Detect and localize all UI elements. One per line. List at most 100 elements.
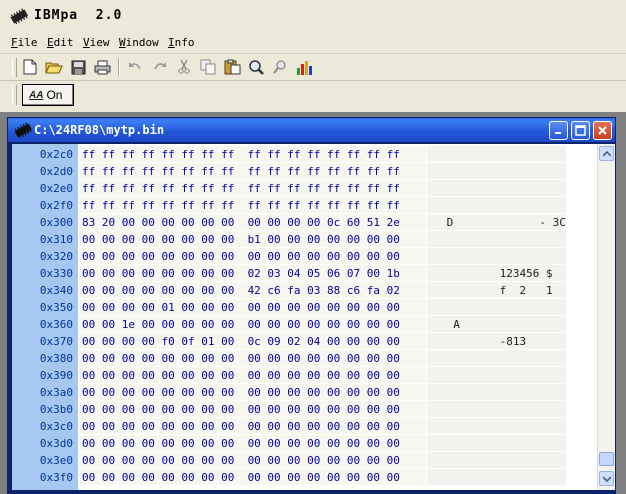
chip-icon (10, 8, 28, 24)
ascii-cell-background (427, 180, 566, 196)
secondary-toolbar (0, 81, 626, 109)
document-title-bar[interactable]: C:\24RF08\mytp.bin (8, 118, 615, 142)
copy-button[interactable] (198, 57, 218, 77)
paste-button[interactable] (222, 57, 242, 77)
minimize-button[interactable] (549, 121, 568, 140)
menu-file[interactable]: File (11, 36, 38, 49)
hex-row[interactable]: 0x3c0 00 00 00 00 00 00 00 00 00 00 00 00… (12, 418, 597, 435)
row-hex-bytes[interactable]: 00 00 00 00 00 00 00 00 00 00 00 00 00 0… (82, 420, 400, 433)
row-hex-bytes[interactable]: ff ff ff ff ff ff ff ff ff ff ff ff ff f… (82, 148, 400, 161)
hex-row[interactable]: 0x380 00 00 00 00 00 00 00 00 00 00 00 00… (12, 350, 597, 367)
menu-window[interactable]: Window (119, 36, 159, 49)
hex-row[interactable]: 0x3f0 00 00 00 00 00 00 00 00 00 00 00 00… (12, 469, 597, 486)
row-hex-bytes[interactable]: 00 00 00 00 00 00 00 00 00 00 00 00 00 0… (82, 454, 400, 467)
scroll-down-button[interactable] (599, 471, 614, 486)
row-hex-bytes[interactable]: 00 00 00 00 01 00 00 00 00 00 00 00 00 0… (82, 301, 400, 314)
on-toggle-button[interactable]: AA On (22, 84, 74, 106)
hex-row[interactable]: 0x390 00 00 00 00 00 00 00 00 00 00 00 00… (12, 367, 597, 384)
row-address: 0x3e0 (39, 454, 73, 467)
row-hex-bytes[interactable]: 00 00 00 00 00 00 00 00 42 c6 fa 03 88 c… (82, 284, 400, 297)
secondary-toolbar-grip[interactable] (12, 85, 17, 105)
row-hex-bytes[interactable]: 00 00 00 00 00 00 00 00 02 03 04 05 06 0… (82, 267, 400, 280)
print-button[interactable] (92, 57, 112, 77)
hex-row[interactable]: 0x300 83 20 00 00 00 00 00 00 00 00 00 00… (12, 214, 597, 231)
ascii-cell-background (427, 146, 566, 162)
row-address: 0x360 (39, 318, 73, 331)
row-address: 0x3f0 (39, 471, 73, 484)
hex-row[interactable]: 0x360 00 00 1e 00 00 00 00 00 00 00 00 00… (12, 316, 597, 333)
close-button[interactable] (593, 121, 612, 140)
ascii-cell-background (427, 435, 566, 451)
row-hex-bytes[interactable]: 00 00 00 00 00 00 00 00 00 00 00 00 00 0… (82, 471, 400, 484)
hex-editor[interactable]: 0x2c0 ff ff ff ff ff ff ff ff ff ff ff ff… (12, 144, 597, 490)
row-address: 0x3c0 (39, 420, 73, 433)
signal-bars-button[interactable] (294, 57, 314, 77)
find-next-icon (272, 59, 286, 74)
hex-row[interactable]: 0x2e0 ff ff ff ff ff ff ff ff ff ff ff ff… (12, 180, 597, 197)
scissors-icon (178, 59, 190, 74)
row-ascii[interactable]: -813 (440, 335, 527, 348)
hex-row[interactable]: 0x3e0 00 00 00 00 00 00 00 00 00 00 00 00… (12, 452, 597, 469)
hex-row[interactable]: 0x3a0 00 00 00 00 00 00 00 00 00 00 00 00… (12, 384, 597, 401)
row-hex-bytes[interactable]: ff ff ff ff ff ff ff ff ff ff ff ff ff f… (82, 165, 400, 178)
undo-button[interactable] (125, 57, 145, 77)
row-hex-bytes[interactable]: 00 00 00 00 00 00 00 00 00 00 00 00 00 0… (82, 352, 400, 365)
ascii-cell-background (427, 231, 566, 247)
row-hex-bytes[interactable]: 00 00 00 00 00 00 00 00 b1 00 00 00 00 0… (82, 233, 400, 246)
row-hex-bytes[interactable]: 00 00 00 00 f0 0f 01 00 0c 09 02 04 00 0… (82, 335, 400, 348)
hex-row[interactable]: 0x3b0 00 00 00 00 00 00 00 00 00 00 00 00… (12, 401, 597, 418)
menu-edit[interactable]: Edit (47, 36, 74, 49)
hex-row[interactable]: 0x2d0 ff ff ff ff ff ff ff ff ff ff ff ff… (12, 163, 597, 180)
menu-view[interactable]: View (83, 36, 110, 49)
toolbar-grip[interactable] (12, 58, 17, 77)
ascii-cell-background (427, 401, 566, 417)
on-toggle-label: On (46, 88, 63, 102)
magnifier-icon (248, 59, 264, 75)
hex-row[interactable]: 0x330 00 00 00 00 00 00 00 00 02 03 04 05… (12, 265, 597, 282)
save-button[interactable] (68, 57, 88, 77)
hex-row[interactable]: 0x370 00 00 00 00 f0 0f 01 00 0c 09 02 04… (12, 333, 597, 350)
chevron-down-icon (602, 475, 611, 482)
row-address: 0x340 (39, 284, 73, 297)
scroll-up-button[interactable] (599, 146, 614, 161)
hex-row[interactable]: 0x2c0 ff ff ff ff ff ff ff ff ff ff ff ff… (12, 146, 597, 163)
row-address: 0x2d0 (39, 165, 73, 178)
row-hex-bytes[interactable]: 00 00 00 00 00 00 00 00 00 00 00 00 00 0… (82, 437, 400, 450)
hex-row[interactable]: 0x340 00 00 00 00 00 00 00 00 42 c6 fa 03… (12, 282, 597, 299)
row-ascii[interactable]: 123456 $ (440, 267, 553, 280)
row-ascii[interactable]: A (440, 318, 460, 331)
scroll-thumb[interactable] (599, 452, 614, 466)
hex-row[interactable]: 0x2f0 ff ff ff ff ff ff ff ff ff ff ff ff… (12, 197, 597, 214)
row-address: 0x380 (39, 352, 73, 365)
menu-bar: File Edit View Window Info (0, 33, 626, 54)
row-hex-bytes[interactable]: 83 20 00 00 00 00 00 00 00 00 00 00 0c 6… (82, 216, 400, 229)
row-ascii[interactable]: D - 3C (440, 216, 566, 229)
hex-row[interactable]: 0x310 00 00 00 00 00 00 00 00 b1 00 00 00… (12, 231, 597, 248)
new-file-icon (23, 59, 37, 75)
hex-row[interactable]: 0x320 00 00 00 00 00 00 00 00 00 00 00 00… (12, 248, 597, 265)
row-ascii[interactable]: f 2 1 (440, 284, 553, 297)
new-file-button[interactable] (20, 57, 40, 77)
app-title-bar[interactable]: IBMpa 2.0 (0, 0, 626, 32)
row-address: 0x350 (39, 301, 73, 314)
toolbar (0, 54, 626, 81)
find-next-button[interactable] (270, 57, 290, 77)
open-file-button[interactable] (44, 57, 64, 77)
vertical-scrollbar[interactable] (597, 144, 615, 490)
row-hex-bytes[interactable]: 00 00 00 00 00 00 00 00 00 00 00 00 00 0… (82, 386, 400, 399)
row-hex-bytes[interactable]: 00 00 00 00 00 00 00 00 00 00 00 00 00 0… (82, 403, 400, 416)
copy-icon (200, 59, 215, 75)
find-button[interactable] (246, 57, 266, 77)
row-address: 0x3b0 (39, 403, 73, 416)
hex-row[interactable]: 0x350 00 00 00 00 01 00 00 00 00 00 00 00… (12, 299, 597, 316)
cut-button[interactable] (174, 57, 194, 77)
row-hex-bytes[interactable]: ff ff ff ff ff ff ff ff ff ff ff ff ff f… (82, 199, 400, 212)
row-hex-bytes[interactable]: ff ff ff ff ff ff ff ff ff ff ff ff ff f… (82, 182, 400, 195)
hex-row[interactable]: 0x3d0 00 00 00 00 00 00 00 00 00 00 00 00… (12, 435, 597, 452)
maximize-button[interactable] (571, 121, 590, 140)
row-hex-bytes[interactable]: 00 00 00 00 00 00 00 00 00 00 00 00 00 0… (82, 369, 400, 382)
redo-button[interactable] (150, 57, 170, 77)
row-hex-bytes[interactable]: 00 00 00 00 00 00 00 00 00 00 00 00 00 0… (82, 250, 400, 263)
row-hex-bytes[interactable]: 00 00 1e 00 00 00 00 00 00 00 00 00 00 0… (82, 318, 400, 331)
menu-info[interactable]: Info (168, 36, 195, 49)
